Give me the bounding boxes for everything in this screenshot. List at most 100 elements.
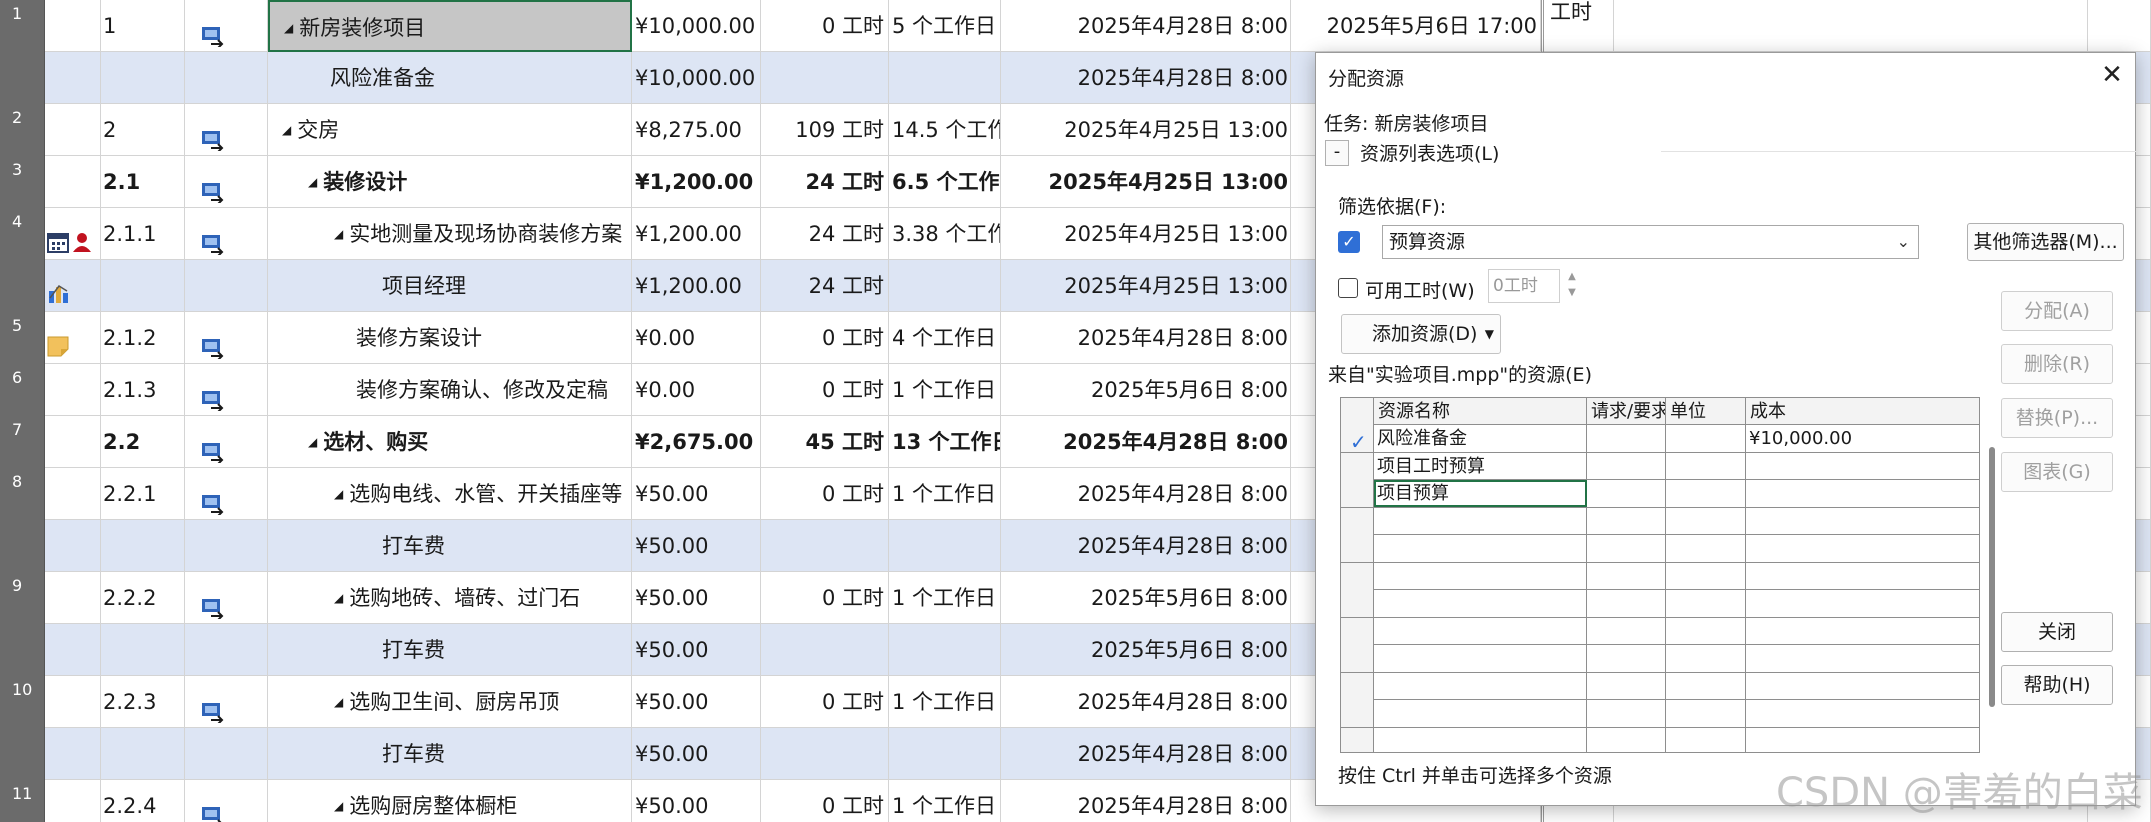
row-selector[interactable] xyxy=(1341,727,1374,752)
resource-name-cell[interactable] xyxy=(1374,507,1587,535)
duration-cell[interactable] xyxy=(889,624,1001,676)
request-cell[interactable] xyxy=(1587,507,1666,535)
collapse-triangle-icon[interactable]: ◢ xyxy=(308,156,317,208)
wbs-cell[interactable]: 2.2 xyxy=(101,416,185,468)
row-selector[interactable] xyxy=(1341,617,1374,645)
request-cell[interactable] xyxy=(1587,452,1666,480)
task-name-cell[interactable]: 项目经理 xyxy=(268,260,632,312)
task-name-cell[interactable]: ◢ 装修设计 xyxy=(268,156,632,208)
row-number[interactable] xyxy=(0,52,45,104)
resource-name-cell[interactable] xyxy=(1374,645,1587,672)
wbs-cell[interactable]: 2.2.1 xyxy=(101,468,185,520)
duration-cell[interactable] xyxy=(889,520,1001,572)
task-name-cell[interactable]: ◢ 选购电线、水管、开关插座等 xyxy=(268,468,632,520)
task-mode-cell[interactable] xyxy=(185,104,268,156)
start-cell[interactable]: 2025年4月28日 8:00 xyxy=(1001,520,1291,572)
wbs-cell[interactable]: 2.2.3 xyxy=(101,676,185,728)
wbs-cell[interactable]: 2.1.1 xyxy=(101,208,185,260)
resource-name-cell[interactable] xyxy=(1374,727,1587,752)
resource-name-cell[interactable] xyxy=(1374,672,1587,700)
row-number[interactable]: 8 xyxy=(0,468,45,520)
duration-cell[interactable]: 1 个工作日 xyxy=(889,676,1001,728)
units-cell[interactable] xyxy=(1666,452,1746,480)
task-mode-cell[interactable] xyxy=(185,780,268,822)
wbs-cell[interactable]: 2.1 xyxy=(101,156,185,208)
cost-cell[interactable]: ¥0.00 xyxy=(632,312,761,364)
units-cell[interactable] xyxy=(1666,425,1746,452)
header-request[interactable]: 请求/要求 xyxy=(1587,398,1666,425)
start-cell[interactable]: 2025年4月28日 8:00 xyxy=(1001,312,1291,364)
request-cell[interactable] xyxy=(1587,535,1666,562)
resource-table[interactable]: 资源名称 请求/要求 单位 成本 ✓ 风险准备金 ¥10,000.00 项目工时… xyxy=(1340,397,1980,753)
task-mode-cell[interactable] xyxy=(185,208,268,260)
cost-cell[interactable]: ¥50.00 xyxy=(632,780,761,822)
resource-row[interactable] xyxy=(1341,700,1979,728)
row-selector[interactable] xyxy=(1341,480,1374,507)
units-cell[interactable] xyxy=(1666,727,1746,752)
units-cell[interactable] xyxy=(1666,507,1746,535)
cost-cell[interactable]: ¥50.00 xyxy=(632,468,761,520)
task-name-cell[interactable]: 打车费 xyxy=(268,624,632,676)
task-mode-cell[interactable] xyxy=(185,156,268,208)
wbs-cell[interactable]: 1 xyxy=(101,0,185,52)
start-cell[interactable]: 2025年4月28日 8:00 xyxy=(1001,416,1291,468)
work-cell[interactable]: 24 工时 xyxy=(761,156,889,208)
cost-cell[interactable] xyxy=(1746,618,1979,645)
wbs-cell[interactable] xyxy=(101,52,185,104)
duration-cell[interactable]: 3.38 个工作日 xyxy=(889,208,1001,260)
start-cell[interactable]: 2025年4月25日 13:00 xyxy=(1001,156,1291,208)
work-cell[interactable]: 0 工时 xyxy=(761,468,889,520)
task-name-cell[interactable]: ◢ 新房装修项目 xyxy=(268,0,632,52)
cost-cell[interactable]: ¥8,275.00 xyxy=(632,104,761,156)
cost-cell[interactable]: ¥10,000.00 xyxy=(632,0,761,52)
task-name-cell[interactable]: ◢ 选购厨房整体橱柜 xyxy=(268,780,632,822)
row-selector[interactable] xyxy=(1341,452,1374,480)
header-resource-name[interactable]: 资源名称 xyxy=(1374,398,1587,425)
filter-checkbox[interactable]: ✓ xyxy=(1338,231,1360,253)
cost-cell[interactable] xyxy=(1746,563,1979,590)
row-number[interactable]: 7 xyxy=(0,416,45,468)
task-mode-cell[interactable] xyxy=(185,624,268,676)
start-cell[interactable]: 2025年4月28日 8:00 xyxy=(1001,52,1291,104)
work-cell[interactable]: 24 工时 xyxy=(761,260,889,312)
request-cell[interactable] xyxy=(1587,700,1666,727)
row-number[interactable]: 1 xyxy=(0,0,45,52)
units-cell[interactable] xyxy=(1666,590,1746,617)
filter-select[interactable]: 预算资源 ⌄ xyxy=(1382,225,1919,259)
cost-cell[interactable] xyxy=(1746,700,1979,727)
wbs-cell[interactable]: 2.2.2 xyxy=(101,572,185,624)
duration-cell[interactable]: 1 个工作日 xyxy=(889,572,1001,624)
start-cell[interactable]: 2025年4月28日 8:00 xyxy=(1001,676,1291,728)
task-mode-cell[interactable] xyxy=(185,728,268,780)
cost-cell[interactable] xyxy=(1746,480,1979,507)
request-cell[interactable] xyxy=(1587,590,1666,617)
row-selector[interactable] xyxy=(1341,535,1374,562)
task-mode-cell[interactable] xyxy=(185,676,268,728)
start-cell[interactable]: 2025年4月28日 8:00 xyxy=(1001,468,1291,520)
task-row[interactable]: 1 1 ◢ 新房装修项目 ¥10,000.00 0 工时 5 个工作日 2025年… xyxy=(0,0,2151,52)
resource-table-scrollbar[interactable] xyxy=(1987,397,1997,753)
header-cost[interactable]: 成本 xyxy=(1746,398,1979,425)
collapse-triangle-icon[interactable]: ◢ xyxy=(334,572,343,624)
task-mode-cell[interactable] xyxy=(185,52,268,104)
row-number[interactable]: 2 xyxy=(0,104,45,156)
units-cell[interactable] xyxy=(1666,535,1746,562)
task-name-cell[interactable]: ◢ 选材、购买 xyxy=(268,416,632,468)
task-name-cell[interactable]: 打车费 xyxy=(268,520,632,572)
duration-cell[interactable]: 4 个工作日 xyxy=(889,312,1001,364)
duration-cell[interactable]: 13 个工作日 xyxy=(889,416,1001,468)
wbs-cell[interactable]: 2.1.3 xyxy=(101,364,185,416)
cost-cell[interactable] xyxy=(1746,508,1979,535)
collapse-triangle-icon[interactable]: ◢ xyxy=(334,468,343,520)
wbs-cell[interactable]: 2.2.4 xyxy=(101,780,185,822)
task-name-cell[interactable]: ◢ 交房 xyxy=(268,104,632,156)
remove-button[interactable]: 删除(R) xyxy=(2001,344,2113,384)
resource-row[interactable]: ✓ 风险准备金 ¥10,000.00 xyxy=(1341,425,1979,453)
resource-name-cell[interactable] xyxy=(1374,535,1587,562)
row-selector[interactable] xyxy=(1341,645,1374,672)
resource-row[interactable] xyxy=(1341,727,1979,752)
work-cell[interactable]: 0 工时 xyxy=(761,676,889,728)
start-cell[interactable]: 2025年4月28日 8:00 xyxy=(1001,0,1291,52)
units-cell[interactable] xyxy=(1666,480,1746,507)
row-number[interactable] xyxy=(0,624,45,676)
